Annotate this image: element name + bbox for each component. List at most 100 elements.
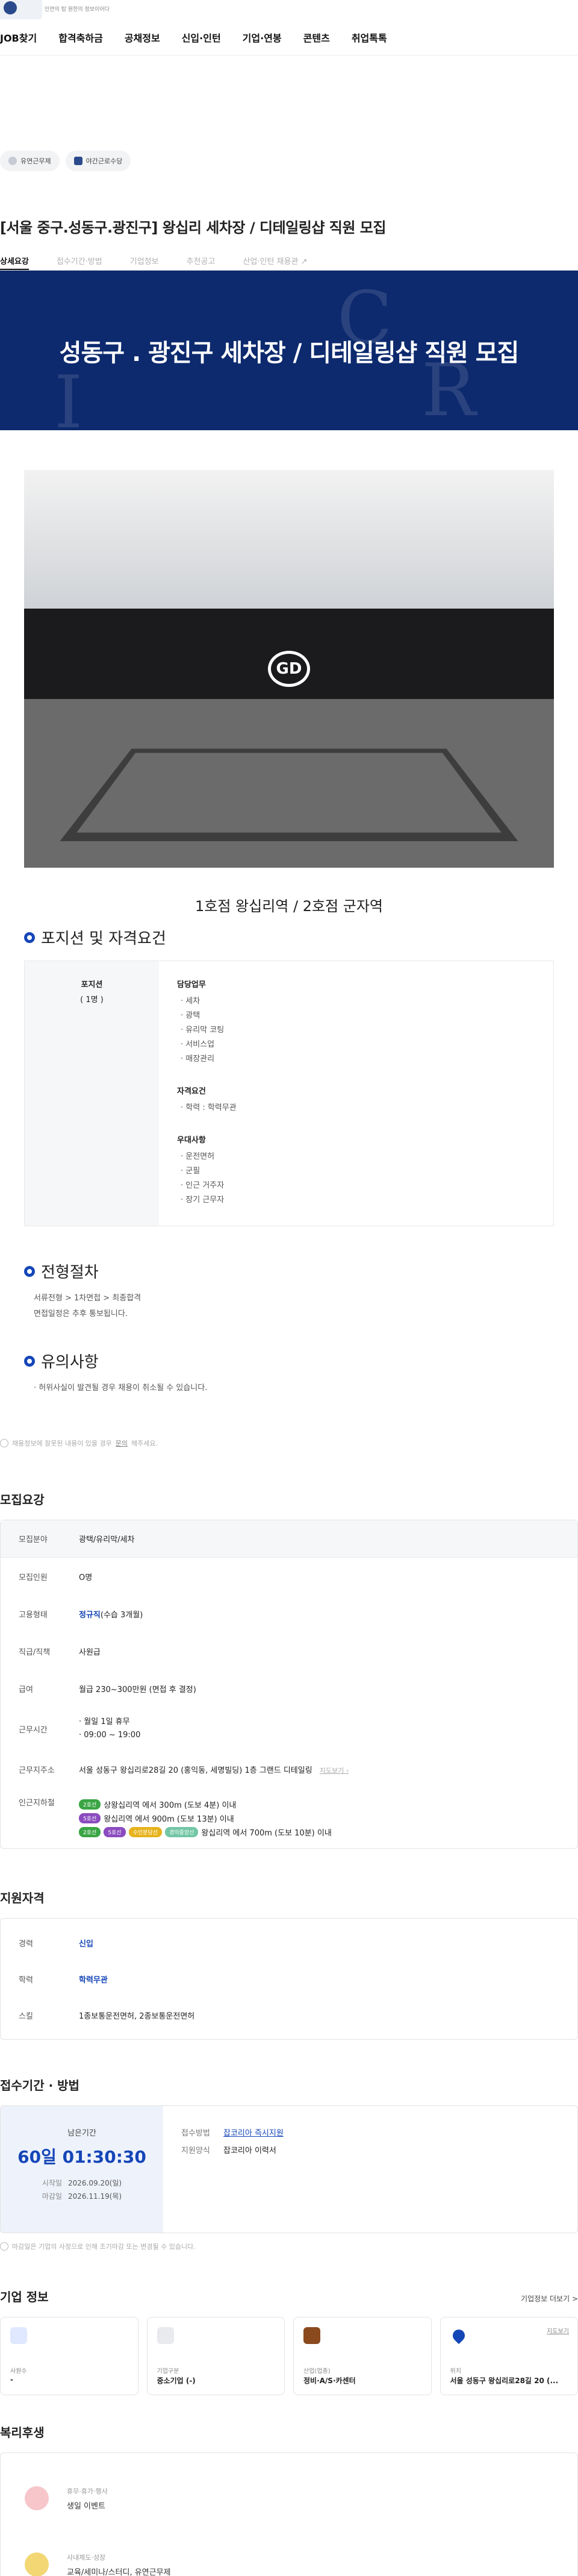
nav-job-search[interactable]: JOB찾기 xyxy=(0,30,37,45)
info-icon xyxy=(0,2242,8,2251)
qualify-box: 경력 신입 학력 학력무관 스킬 1종보통운전면허, 2종보통운전면허 xyxy=(0,1918,578,2040)
brand-logo: GD xyxy=(268,651,310,687)
report-notice: 채용정보에 잘못된 내용이 있을 경우 문의 해주세요. xyxy=(0,1438,578,1448)
branch-caption: 1호점 왕십리역 / 2호점 군자역 xyxy=(194,898,384,915)
nav-bonus[interactable]: 합격축하금 xyxy=(58,30,103,45)
shop-photo: GD xyxy=(24,470,554,868)
company-cards: 사원수 - 기업구분 중소기업 (-) 산업(업종) 정비·A/S·카센터 지도… xyxy=(0,2317,578,2395)
instant-apply-link[interactable]: 잡코리아 즉시지원 xyxy=(223,2126,284,2138)
welfare-heading: 복리후생 xyxy=(0,2425,45,2440)
banner-headline: 성동구 . 광진구 세차장 / 디테일링샵 직원 모집 xyxy=(59,339,520,367)
process-text: 서류전형 > 1차면접 > 최종합격 면접일정은 추후 통보됩니다. xyxy=(34,1294,141,1318)
party-icon xyxy=(25,2486,49,2510)
recruit-row-rank: 직급/직책 사원급 xyxy=(19,1647,101,1657)
report-link[interactable]: 문의 xyxy=(116,1438,128,1448)
main-nav: JOB찾기 합격축하금 공채정보 신입·인턴 기업·연봉 콘텐츠 취업톡톡 xyxy=(0,19,578,55)
apply-method-panel: 접수방법 잡코리아 즉시지원 지원양식 잡코리아 이력서 xyxy=(163,2106,284,2233)
position-role: 포지션 ( 1명 ) xyxy=(25,961,159,1226)
nav-intern[interactable]: 신입·인턴 xyxy=(182,30,221,45)
nav-public-recruit[interactable]: 공채정보 xyxy=(125,30,160,45)
benefit-chips: 유연근무제 야간근로수당 xyxy=(0,151,578,171)
qualify-row-career: 경력 신입 xyxy=(19,1939,93,1949)
bullet-icon xyxy=(24,932,35,943)
tab-recommend[interactable]: 추천공고 xyxy=(187,250,216,270)
logo[interactable] xyxy=(0,0,42,19)
external-link-icon: ↗ xyxy=(300,257,308,266)
building-icon xyxy=(73,157,82,165)
recruit-row-hours: 근무시간 · 월일 1일 휴무 · 09:00 ~ 19:00 xyxy=(19,1717,141,1740)
clock-icon xyxy=(8,157,17,165)
recruit-box: 모집분야 광택/유리막/세차 모집인원 O명 고용형태 정규직(수습 3개월) … xyxy=(0,1520,578,1849)
photo-ceiling xyxy=(24,470,554,609)
line-badge: 경의중앙선 xyxy=(165,1827,199,1837)
briefcase-icon xyxy=(303,2327,320,2344)
welfare-box: 휴무·휴가·행사 생일 이벤트 사내제도·성장 교육/세미나/스터디, 유연근무… xyxy=(0,2452,578,2576)
nav-talk[interactable]: 취업톡톡 xyxy=(352,30,387,45)
recruit-row-salary: 급여 월급 230~300만원 (면접 후 결정) xyxy=(19,1685,196,1694)
position-table: 포지션 ( 1명 ) 담당업무 · 세차 · 광택 · 유리막 코팅 · 서비스… xyxy=(24,961,554,1226)
nav-company-salary[interactable]: 기업·연봉 xyxy=(243,30,282,45)
recruit-row-address: 근무지주소 서울 성동구 왕십리로28길 20 (홍익동, 세명빌딩) 1층 그… xyxy=(19,1766,349,1775)
bullet-icon xyxy=(24,1265,35,1277)
company-card-type: 기업구분 중소기업 (-) xyxy=(146,2317,285,2395)
chip-flex-work: 유연근무제 xyxy=(0,151,60,171)
company-card-industry: 산업(업종) 정비·A/S·카센터 xyxy=(293,2317,432,2395)
tab-company[interactable]: 기업정보 xyxy=(130,250,159,270)
station-item: 2호선 상왕십리역 에서 300m (도보 4분) 이내 xyxy=(79,1799,332,1810)
tab-apply-period[interactable]: 접수기간·방법 xyxy=(57,250,102,270)
preference-group: 우대사항 · 운전면허 · 군필 · 인근 거주자 · 장기 근무자 xyxy=(177,1136,225,1205)
company-more-link[interactable]: 기업정보 더보기 > xyxy=(521,2293,578,2304)
section-caution: 유의사항 xyxy=(24,1350,578,1372)
caution-text: · 허위사실이 발견될 경우 채용이 취소될 수 있습니다. xyxy=(34,1384,208,1393)
requirement-group: 자격요건 · 학력 : 학력무관 xyxy=(177,1087,237,1112)
job-banner: I C R 성동구 . 광진구 세차장 / 디테일링샵 직원 모집 xyxy=(0,271,578,430)
recruit-row-field: 모집분야 광택/유리막/세차 xyxy=(1,1520,577,1558)
qualify-row-education: 학력 학력무관 xyxy=(19,1975,108,1985)
welfare-item: 사내제도·성장 교육/세미나/스터디, 유연근무제 xyxy=(25,2531,553,2576)
line-badge: 5호선 xyxy=(104,1827,126,1837)
page: 인연의 탑 원한의 정보이어다 JOB찾기 합격축하금 공채정보 신입·인턴 기… xyxy=(0,0,578,2576)
recruit-row-employment: 고용형태 정규직(수습 3개월) xyxy=(19,1610,143,1620)
banner-deco-letter: I xyxy=(54,361,83,430)
period-note: 마감일은 기업의 사정으로 인해 조기마감 또는 변경될 수 있습니다. xyxy=(0,2242,578,2251)
info-icon xyxy=(0,1439,8,1447)
line-badge: 5호선 xyxy=(79,1813,101,1823)
map-link[interactable]: 지도보기 xyxy=(547,2326,569,2335)
period-box: 남은기간 60일 01:30:30 시작일 2026.09.20(일) 마감일 20… xyxy=(0,2105,578,2233)
location-icon xyxy=(450,2327,467,2345)
chip-night-pay: 야간근로수당 xyxy=(65,151,131,171)
nav-contents[interactable]: 콘텐츠 xyxy=(303,30,330,45)
line-badge: 2호선 xyxy=(79,1827,101,1837)
building-icon xyxy=(157,2327,174,2344)
section-position: 포지션 및 자격요건 xyxy=(24,926,578,948)
logo-tagline: 인연의 탑 원한의 정보이어다 xyxy=(45,7,110,13)
countdown: 60일 01:30:30 xyxy=(17,2147,146,2167)
station-item: 5호선 왕십리역 에서 900m (도보 13분) 이내 xyxy=(79,1813,332,1824)
qualify-row-skill: 스킬 1종보통운전면허, 2종보통운전면허 xyxy=(19,2011,195,2021)
job-title: [서울 중구.성동구.광진구] 왕십리 세차장 / 디테일링샵 직원 모집 xyxy=(0,219,386,236)
line-badge: 2호선 xyxy=(79,1799,101,1810)
detail-tabs: 상세요강 접수기간·방법 기업정보 추천공고 산업·인턴 채용관 ↗ xyxy=(0,250,578,271)
welfare-item: 휴무·휴가·행사 생일 이벤트 xyxy=(25,2465,553,2531)
recruit-heading: 모집요강 xyxy=(0,1493,45,1507)
recruit-row-subway: 인근지하철 2호선 상왕십리역 에서 300m (도보 4분) 이내 5호선 왕… xyxy=(19,1799,332,1838)
book-icon xyxy=(25,2552,49,2576)
company-card-location: 지도보기 위치 서울 성동구 왕십리로28길 20 (... xyxy=(440,2317,578,2395)
top-bar: 인연의 탑 원한의 정보이어다 xyxy=(0,0,578,19)
tab-detail[interactable]: 상세요강 xyxy=(0,250,29,270)
tab-intern-hall[interactable]: 산업·인턴 채용관 ↗ xyxy=(243,250,307,270)
station-item: 2호선 5호선 수인분당선 경의중앙선 왕십리역 에서 700m (도보 10분… xyxy=(79,1826,332,1838)
remaining-panel: 남은기간 60일 01:30:30 시작일 2026.09.20(일) 마감일 20… xyxy=(1,2106,163,2233)
recruit-row-headcount: 모집인원 O명 xyxy=(19,1573,93,1582)
company-card-employees: 사원수 - xyxy=(0,2317,138,2395)
line-badge: 수인분당선 xyxy=(128,1827,162,1837)
qualify-heading: 지원자격 xyxy=(0,1891,45,1905)
people-icon xyxy=(10,2327,27,2344)
duty-group: 담당업무 · 세차 · 광택 · 유리막 코팅 · 서비스업 · 매장관리 xyxy=(177,980,225,1064)
bullet-icon xyxy=(24,1355,35,1367)
section-process: 전형절차 xyxy=(24,1260,578,1282)
logo-icon xyxy=(4,1,17,14)
company-header: 기업 정보 기업정보 더보기 > xyxy=(0,2290,578,2304)
period-heading: 접수기간 · 방법 xyxy=(0,2078,79,2093)
map-link[interactable]: 지도보기 › xyxy=(320,1767,349,1775)
